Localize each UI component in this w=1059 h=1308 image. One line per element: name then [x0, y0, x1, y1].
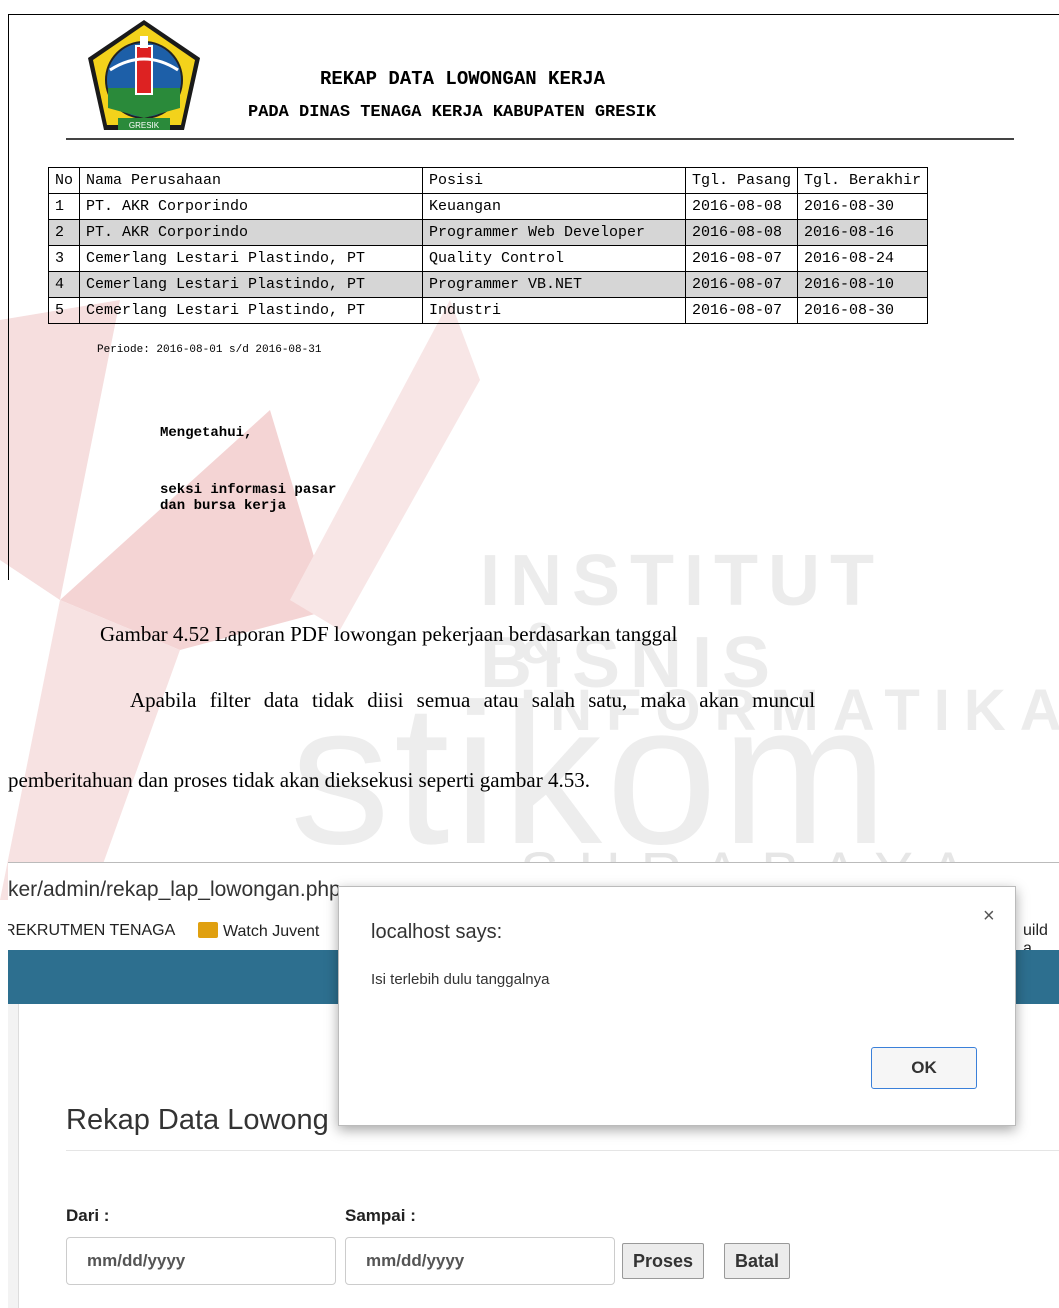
sign-office: seksi informasi pasar dan bursa kerja	[160, 482, 336, 514]
paragraph-line: pemberitahuan dan proses tidak akan diek…	[8, 768, 590, 792]
sampai-date-input[interactable]: mm/dd/yyyy	[345, 1237, 615, 1285]
sidebar	[8, 1004, 19, 1308]
table-cell: 2	[47, 219, 81, 246]
table-row: 3 Cemerlang Lestari Plastindo, PT Qualit…	[47, 245, 929, 272]
pdf-report: GRESIK REKAP DATA LOWONGAN KERJA PADA DI…	[0, 0, 1059, 580]
bookmark-label: Watch Juvent	[223, 923, 320, 940]
sign-office-line: seksi informasi pasar	[160, 482, 337, 498]
table-cell: Programmer VB.NET	[422, 271, 687, 298]
table-cell: 2016-08-30	[797, 297, 929, 324]
column-header: Tgl. Pasang	[685, 167, 799, 194]
report-title: REKAP DATA LOWONGAN KERJA	[320, 68, 606, 90]
report-periode: Periode: 2016-08-01 s/d 2016-08-31	[97, 344, 322, 356]
vacancy-table: No Nama Perusahaan Posisi Tgl. Pasang Tg…	[47, 167, 929, 324]
table-cell: 2016-08-08	[685, 219, 799, 246]
table-cell: 4	[47, 271, 81, 298]
table-cell: 2016-08-24	[797, 245, 929, 272]
bookmark-item[interactable]: REKRUTMEN TENAGA	[8, 922, 175, 940]
table-cell: 5	[47, 297, 81, 324]
table-cell: Cemerlang Lestari Plastindo, PT	[79, 245, 424, 272]
dari-label: Dari :	[66, 1206, 110, 1225]
table-cell: 2016-08-30	[797, 193, 929, 220]
dialog-message: Isi terlebih dulu tanggalnya	[371, 971, 550, 988]
bookmark-item[interactable]: Watch Juvent	[198, 922, 319, 941]
logo-text: GRESIK	[129, 121, 160, 130]
table-row: 4 Cemerlang Lestari Plastindo, PT Progra…	[47, 271, 929, 298]
screenshot-border	[8, 862, 1059, 863]
table-cell: 2016-08-08	[685, 193, 799, 220]
browser-screenshot: ker/admin/rekap_lap_lowongan.php REKRUTM…	[8, 862, 1059, 1308]
table-cell: Industri	[422, 297, 687, 324]
column-header: Posisi	[422, 167, 687, 194]
gresik-emblem-logo: GRESIK	[88, 20, 200, 130]
column-header: Tgl. Berakhir	[797, 167, 929, 194]
dialog-title: localhost says:	[371, 921, 503, 943]
table-cell: 2016-08-07	[685, 245, 799, 272]
table-cell: Cemerlang Lestari Plastindo, PT	[79, 271, 424, 298]
table-cell: PT. AKR Corporindo	[79, 193, 424, 220]
bookmark-favicon-icon	[198, 922, 218, 938]
table-row: 1 PT. AKR Corporindo Keuangan 2016-08-08…	[47, 193, 929, 220]
table-cell: 2016-08-07	[685, 271, 799, 298]
paragraph-line: Apabila filter data tidak diisi semua at…	[130, 688, 816, 712]
table-row: 5 Cemerlang Lestari Plastindo, PT Indust…	[47, 297, 929, 324]
report-border	[8, 14, 1059, 15]
table-cell: Cemerlang Lestari Plastindo, PT	[79, 297, 424, 324]
table-cell: 2016-08-16	[797, 219, 929, 246]
page-title: Rekap Data Lowong	[66, 1104, 329, 1136]
address-bar[interactable]: ker/admin/rekap_lap_lowongan.php	[8, 878, 341, 902]
table-cell: 3	[47, 245, 81, 272]
column-header: Nama Perusahaan	[79, 167, 424, 194]
table-cell: 1	[47, 193, 81, 220]
batal-button[interactable]: Batal	[724, 1243, 791, 1279]
table-header-row: No Nama Perusahaan Posisi Tgl. Pasang Tg…	[47, 167, 929, 194]
dari-date-input[interactable]: mm/dd/yyyy	[66, 1237, 336, 1285]
table-row: 2 PT. AKR Corporindo Programmer Web Deve…	[47, 219, 929, 246]
report-subtitle: PADA DINAS TENAGA KERJA KABUPATEN GRESIK	[248, 103, 657, 122]
sign-label: Mengetahui,	[160, 425, 253, 441]
table-cell: 2016-08-07	[685, 297, 799, 324]
proses-button[interactable]: Proses	[622, 1243, 705, 1279]
title-divider	[66, 1150, 1059, 1151]
table-cell: PT. AKR Corporindo	[79, 219, 424, 246]
sign-office-line: dan bursa kerja	[160, 498, 287, 514]
table-cell: 2016-08-10	[797, 271, 929, 298]
table-cell: Programmer Web Developer	[422, 219, 687, 246]
alert-dialog: localhost says: Isi terlebih dulu tangga…	[338, 886, 1016, 1126]
table-cell: Keuangan	[422, 193, 687, 220]
sampai-label: Sampai :	[345, 1206, 416, 1225]
header-rule	[66, 138, 1014, 140]
table-cell: Quality Control	[422, 245, 687, 272]
report-border	[8, 14, 9, 580]
figure-caption: Gambar 4.52 Laporan PDF lowongan pekerja…	[100, 622, 678, 646]
close-icon[interactable]: ×	[983, 905, 995, 928]
ok-button[interactable]: OK	[871, 1047, 977, 1089]
column-header: No	[47, 167, 81, 194]
